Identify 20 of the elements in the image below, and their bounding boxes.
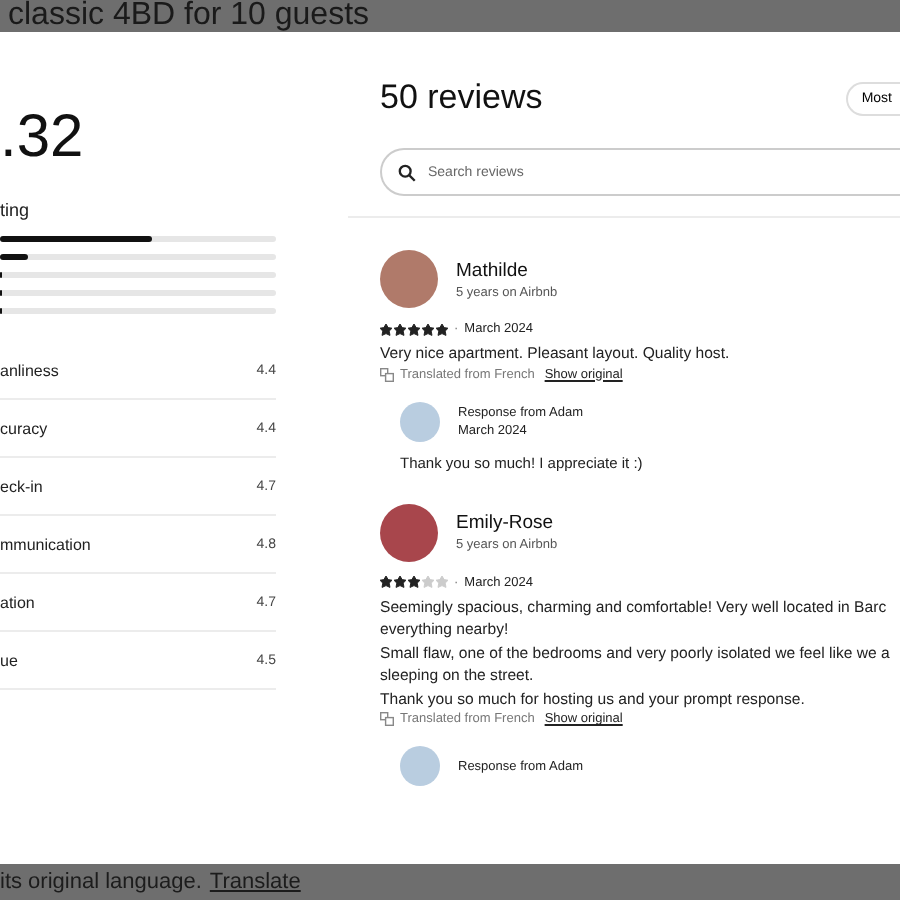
listing-title: classic 4BD for 10 guests [8, 0, 370, 32]
footer-text: its original language. [0, 870, 202, 894]
overall-score: .32 [0, 108, 84, 168]
category-label: ation [0, 593, 35, 611]
search-icon [398, 163, 416, 181]
avatar-placeholder [380, 250, 438, 308]
avatar-placeholder [400, 746, 440, 786]
category-label: curacy [0, 419, 48, 437]
translate-icon [380, 367, 394, 381]
reviews-title: 50 reviews [380, 78, 543, 118]
reviewer-name: Emily-Rose [456, 512, 556, 534]
rating-heading: ting [0, 200, 30, 220]
category-label: eck-in [0, 477, 43, 495]
category-label: ue [0, 651, 18, 669]
avatar-placeholder [400, 401, 440, 441]
category-label: anliness [0, 361, 59, 379]
reviewer-name: Mathilde [456, 259, 530, 281]
avatar-placeholder [380, 503, 438, 561]
translate-icon [380, 712, 394, 726]
category-label: mmunication [0, 535, 91, 553]
